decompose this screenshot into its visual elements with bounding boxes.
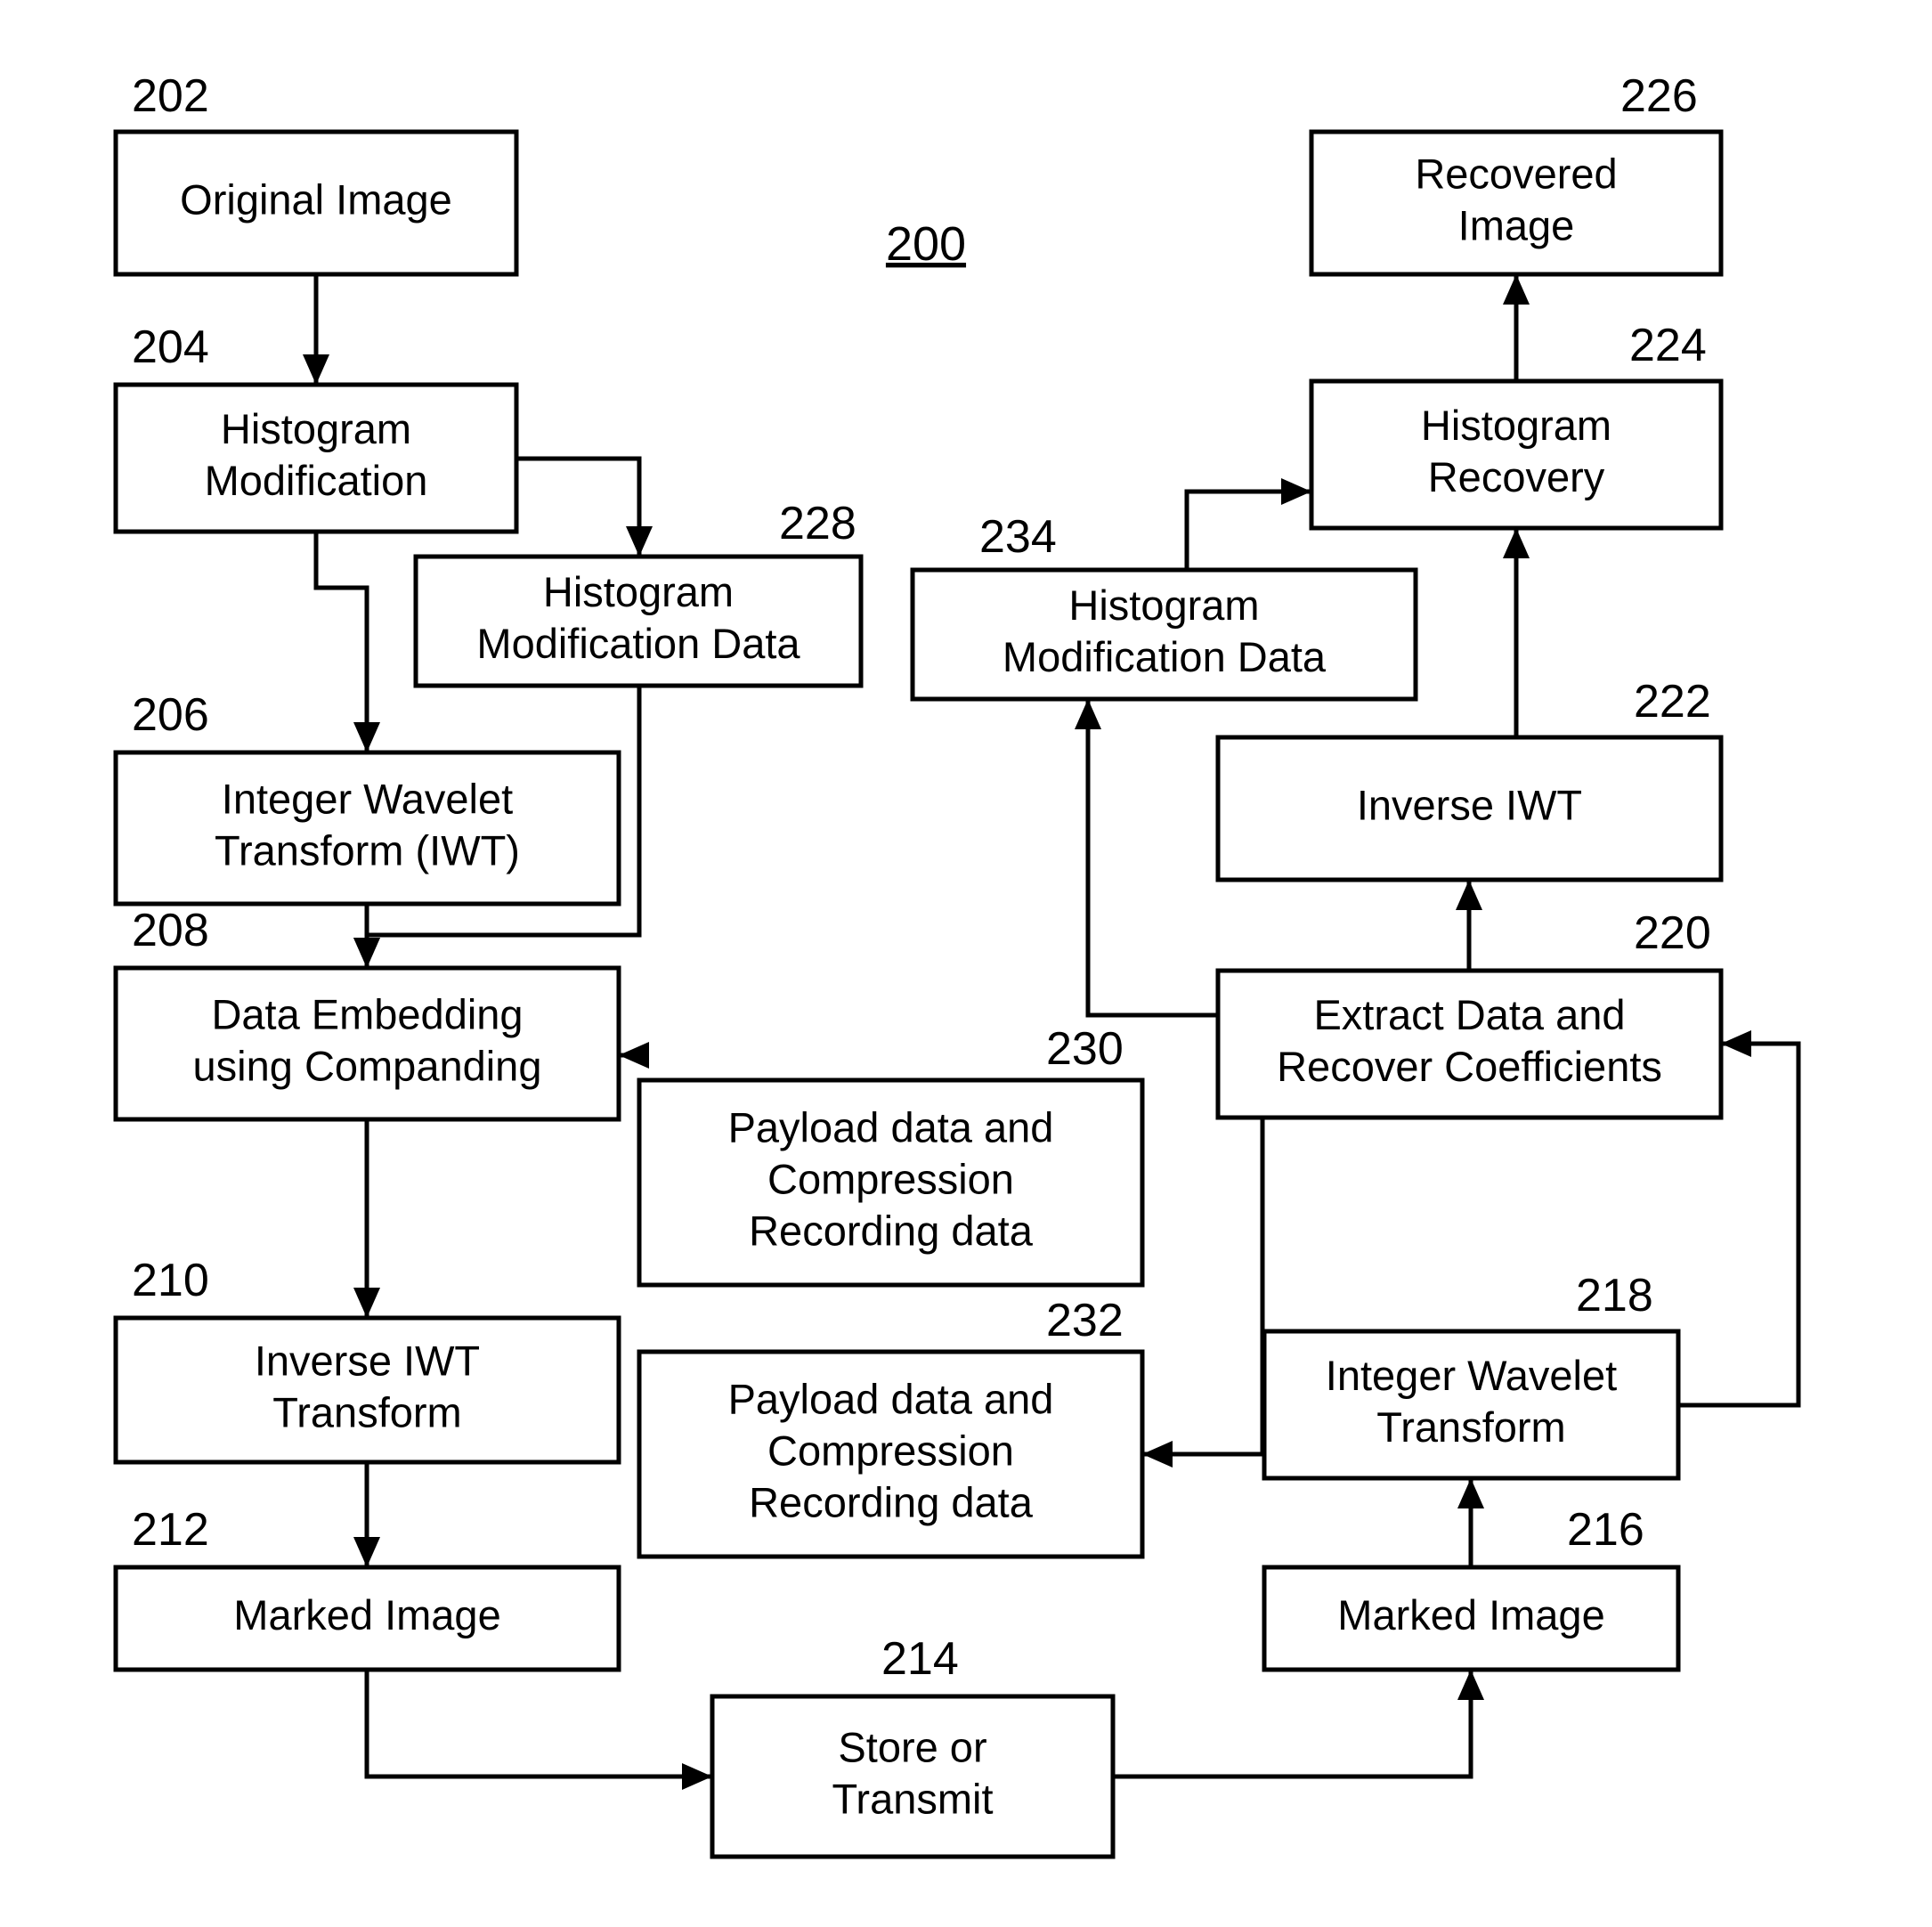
flow-node-222-label-line-0: Inverse IWT bbox=[1357, 781, 1582, 828]
flowchart-diagram: Original Image 202 Histogram Modification 20… bbox=[113, 70, 1801, 1859]
flow-node-218-label-line-1: Transform bbox=[1376, 1403, 1565, 1451]
flow-node-226[interactable]: RecoveredImage 226 bbox=[1309, 70, 1724, 277]
arrow-original-to-histmod-head bbox=[303, 354, 329, 385]
reference-numeral-230: 230 bbox=[1046, 1023, 1124, 1075]
arrow-histmod-to-histdata bbox=[516, 456, 653, 557]
arrow-payload-to-embedding-head bbox=[619, 1042, 649, 1069]
flow-node-224-label-line-1: Recovery bbox=[1428, 453, 1605, 500]
arrow-store-to-marked2-line bbox=[1113, 1670, 1473, 1779]
flow-node-226-label-line-1: Image bbox=[1458, 201, 1575, 248]
flow-node-220-label-line-0: Extract Data and bbox=[1313, 991, 1625, 1038]
reference-numeral-202: 202 bbox=[132, 70, 209, 122]
flow-node-222[interactable]: Inverse IWT 222 bbox=[1215, 676, 1724, 882]
arrow-original-to-histmod bbox=[303, 274, 329, 385]
flow-node-234-label-line-1: Modification Data bbox=[1003, 633, 1327, 680]
reference-numeral-216: 216 bbox=[1567, 1504, 1644, 1556]
arrow-histmod-to-histdata-head bbox=[626, 526, 653, 557]
arrow-extract-to-payload2 bbox=[1142, 1118, 1265, 1468]
arrow-histmod-to-iwt bbox=[313, 532, 380, 752]
arrow-store-to-marked2 bbox=[1113, 1670, 1484, 1779]
flow-node-230-label-line-1: Compression bbox=[767, 1155, 1014, 1202]
arrow-inviwt-to-marked bbox=[353, 1462, 380, 1567]
arrow-extract-to-inviwt2-head bbox=[1456, 880, 1482, 910]
flow-node-230-label-line-2: Recording data bbox=[749, 1207, 1034, 1254]
arrow-iwt2-to-extract-head bbox=[1721, 1030, 1751, 1057]
arrow-iwt-to-embedding-head bbox=[353, 938, 380, 968]
reference-numeral-204: 204 bbox=[132, 321, 209, 373]
flow-node-204-label-line-0: Histogram bbox=[221, 405, 411, 452]
arrow-marked2-to-iwt2-head bbox=[1457, 1478, 1484, 1508]
reference-numeral-228: 228 bbox=[779, 498, 856, 549]
flow-node-206-label-line-0: Integer Wavelet bbox=[222, 775, 513, 822]
flow-node-224-label-line-0: Histogram bbox=[1421, 402, 1611, 449]
flow-node-232-label-line-1: Compression bbox=[767, 1427, 1014, 1474]
arrow-histmod-to-iwt-line bbox=[313, 532, 369, 752]
reference-numeral-218: 218 bbox=[1576, 1270, 1653, 1321]
flow-node-212-label-line-0: Marked Image bbox=[233, 1591, 500, 1638]
arrow-histmod-to-iwt-head bbox=[353, 722, 380, 752]
figure-number: 200 bbox=[886, 217, 966, 271]
flow-node-216-label-line-0: Marked Image bbox=[1337, 1591, 1604, 1638]
flow-node-218-label-line-0: Integer Wavelet bbox=[1326, 1352, 1617, 1399]
arrow-inviwt-to-marked-head bbox=[353, 1537, 380, 1567]
arrow-marked-to-store-line bbox=[364, 1670, 712, 1779]
flow-node-202[interactable]: Original Image 202 bbox=[113, 70, 519, 277]
patent-figure-canvas: Original Image 202 Histogram Modification 20… bbox=[0, 0, 1932, 1927]
flow-node-232[interactable]: Payload data and CompressionRecording dat… bbox=[637, 1295, 1145, 1559]
flow-node-208-label-line-0: Data Embedding bbox=[211, 990, 523, 1037]
arrow-marked-to-store-head bbox=[682, 1763, 712, 1790]
flow-node-214-label-line-0: Store or bbox=[838, 1723, 986, 1770]
arrow-histmod-to-histdata-line bbox=[516, 456, 642, 557]
flow-node-218[interactable]: Integer WaveletTransform 218 bbox=[1262, 1270, 1681, 1481]
flow-node-214-label-line-1: Transmit bbox=[832, 1775, 993, 1822]
flow-node-202-label-line-0: Original Image bbox=[180, 175, 452, 223]
arrow-marked2-to-iwt2 bbox=[1457, 1478, 1484, 1567]
reference-numeral-214: 214 bbox=[881, 1633, 959, 1685]
arrow-embedding-to-inviwt-head bbox=[353, 1288, 380, 1318]
flow-node-210-label-line-0: Inverse IWT bbox=[255, 1337, 480, 1384]
arrow-histrec-to-recovered-head bbox=[1503, 274, 1530, 305]
arrow-inviwt2-to-histrec bbox=[1503, 528, 1530, 737]
reference-numeral-222: 222 bbox=[1634, 676, 1711, 728]
flow-node-232-label-line-2: Recording data bbox=[749, 1478, 1034, 1525]
reference-numeral-210: 210 bbox=[132, 1255, 209, 1306]
reference-numeral-206: 206 bbox=[132, 689, 209, 741]
arrow-histdata2-to-histrec bbox=[1184, 478, 1311, 570]
arrow-extract-to-payload2-head bbox=[1142, 1441, 1173, 1468]
arrow-marked-to-store bbox=[364, 1670, 712, 1790]
flow-node-232-label-line-0: Payload data and bbox=[728, 1375, 1054, 1422]
reference-numeral-208: 208 bbox=[132, 905, 209, 956]
flow-node-226-label-line-0: Recovered bbox=[1415, 150, 1617, 197]
reference-numeral-226: 226 bbox=[1620, 70, 1698, 122]
arrow-embedding-to-inviwt bbox=[353, 1119, 380, 1318]
arrow-extract-to-histdata2-head bbox=[1075, 699, 1101, 729]
arrow-histrec-to-recovered bbox=[1503, 274, 1530, 381]
flow-node-204-label-line-1: Modification bbox=[205, 457, 428, 504]
flow-node-234[interactable]: HistogramModification Data 234 bbox=[910, 511, 1418, 702]
node-layer: Original Image 202 Histogram Modification 20… bbox=[113, 70, 1724, 1859]
reference-numeral-224: 224 bbox=[1629, 320, 1707, 371]
reference-numeral-234: 234 bbox=[979, 511, 1057, 563]
arrow-extract-to-histdata2 bbox=[1075, 699, 1218, 1018]
arrow-inviwt2-to-histrec-head bbox=[1503, 528, 1530, 558]
flow-node-228-label-line-1: Modification Data bbox=[476, 620, 800, 667]
flow-node-228-label-line-0: Histogram bbox=[543, 568, 734, 615]
flow-node-230[interactable]: Payload data andCompression Recording dat… bbox=[637, 1023, 1145, 1288]
flow-node-230-label-line-0: Payload data and bbox=[728, 1103, 1054, 1151]
flow-node-208-label-line-1: using Companding bbox=[193, 1042, 542, 1089]
arrow-histdata2-to-histrec-head bbox=[1281, 478, 1311, 505]
arrow-store-to-marked2-head bbox=[1457, 1670, 1484, 1700]
arrow-extract-to-histdata2-line bbox=[1085, 699, 1218, 1018]
arrow-extract-to-inviwt2 bbox=[1456, 880, 1482, 971]
reference-numeral-220: 220 bbox=[1634, 907, 1711, 959]
reference-numeral-232: 232 bbox=[1046, 1295, 1124, 1346]
flow-node-234-label-line-0: Histogram bbox=[1068, 581, 1259, 629]
flow-node-214[interactable]: Store or Transmit 214 bbox=[710, 1633, 1116, 1859]
reference-numeral-212: 212 bbox=[132, 1504, 209, 1556]
flow-node-206-label-line-1: Transform (IWT) bbox=[215, 826, 520, 874]
arrow-extract-to-payload2-line bbox=[1142, 1118, 1265, 1457]
flow-node-210-label-line-1: Transform bbox=[272, 1388, 461, 1435]
arrow-histdata2-to-histrec-line bbox=[1184, 489, 1311, 570]
flow-node-220-label-line-1: Recover Coefficients bbox=[1277, 1043, 1662, 1090]
